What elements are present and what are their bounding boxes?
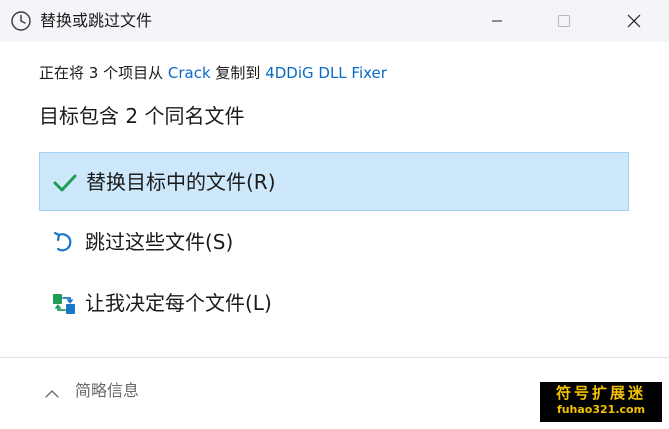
- replace-files-label: 替换目标中的文件(R): [86, 170, 276, 194]
- decide-each-file-option[interactable]: 让我决定每个文件(L): [39, 274, 629, 333]
- close-icon: [627, 14, 641, 28]
- replace-or-skip-dialog: 替换或跳过文件 正在将 3 个项目从 Crack 复制到 4DDiG DLL F…: [0, 0, 669, 429]
- source-folder-link[interactable]: Crack: [168, 64, 211, 82]
- checkmark-icon: [52, 170, 78, 196]
- source-prefix: 正在将 3 个项目从: [39, 64, 168, 82]
- maximize-icon: [558, 15, 570, 27]
- fewer-details-toggle[interactable]: 简略信息: [75, 380, 139, 402]
- close-button[interactable]: [611, 0, 657, 42]
- maximize-button[interactable]: [541, 0, 587, 42]
- replace-files-option[interactable]: 替换目标中的文件(R): [39, 152, 629, 211]
- chevron-up-icon[interactable]: [44, 385, 60, 398]
- compare-files-icon: [51, 291, 77, 317]
- clock-icon: [10, 10, 32, 32]
- copy-source-description: 正在将 3 个项目从 Crack 复制到 4DDiG DLL Fixer: [39, 62, 387, 84]
- skip-files-option[interactable]: 跳过这些文件(S): [39, 213, 629, 272]
- decide-each-file-label: 让我决定每个文件(L): [85, 291, 272, 315]
- conflict-heading: 目标包含 2 个同名文件: [39, 104, 245, 128]
- watermark-title: 符号扩展迷: [555, 384, 646, 402]
- undo-arrow-icon: [51, 230, 77, 256]
- title-bar: 替换或跳过文件: [0, 0, 669, 42]
- site-watermark: 符号扩展迷 fuhao321.com: [540, 382, 662, 422]
- window-title: 替换或跳过文件: [40, 11, 153, 30]
- destination-folder-link[interactable]: 4DDiG DLL Fixer: [265, 64, 387, 82]
- watermark-url: fuhao321.com: [556, 403, 646, 416]
- source-middle: 复制到: [210, 64, 266, 82]
- minimize-button[interactable]: [474, 0, 520, 42]
- minimize-icon: [492, 20, 502, 22]
- skip-files-label: 跳过这些文件(S): [85, 230, 234, 254]
